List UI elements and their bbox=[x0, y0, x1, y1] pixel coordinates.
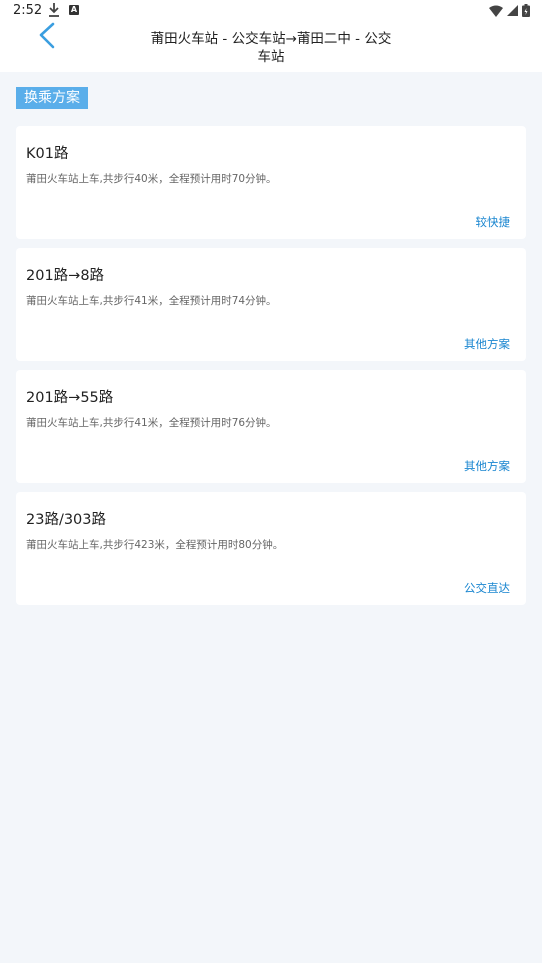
back-arrow-icon[interactable] bbox=[34, 22, 62, 52]
header-bar: 莆田火车站 - 公交车站→莆田二中 - 公交车站 bbox=[0, 22, 542, 72]
route-card[interactable]: 23路/303路 莆田火车站上车,共步行423米，全程预计用时80分钟。 公交直… bbox=[16, 492, 526, 605]
route-description: 莆田火车站上车,共步行40米，全程预计用时70分钟。 bbox=[26, 173, 277, 185]
status-bar: 2:52 A bbox=[0, 0, 542, 22]
status-indicators bbox=[489, 4, 530, 17]
notification-a-icon: A bbox=[69, 5, 79, 15]
page-title: 莆田火车站 - 公交车站→莆田二中 - 公交车站 bbox=[150, 31, 392, 65]
battery-icon bbox=[522, 4, 530, 17]
route-title: K01路 bbox=[26, 146, 69, 162]
wifi-icon bbox=[489, 5, 503, 17]
signal-icon bbox=[507, 5, 518, 16]
download-icon bbox=[49, 3, 59, 17]
route-description: 莆田火车站上车,共步行423米，全程预计用时80分钟。 bbox=[26, 539, 284, 551]
route-tag: 较快捷 bbox=[475, 215, 511, 229]
route-tag: 其他方案 bbox=[464, 337, 510, 351]
route-card[interactable]: 201路→8路 莆田火车站上车,共步行41米，全程预计用时74分钟。 其他方案 bbox=[16, 248, 526, 361]
route-card[interactable]: 201路→55路 莆田火车站上车,共步行41米，全程预计用时76分钟。 其他方案 bbox=[16, 370, 526, 483]
status-time: 2:52 bbox=[13, 3, 43, 18]
route-tag: 其他方案 bbox=[464, 459, 510, 473]
route-title: 201路→8路 bbox=[26, 268, 105, 284]
section-label: 换乘方案 bbox=[16, 87, 88, 109]
route-title: 201路→55路 bbox=[26, 390, 114, 406]
route-card[interactable]: K01路 莆田火车站上车,共步行40米，全程预计用时70分钟。 较快捷 bbox=[16, 126, 526, 239]
route-title: 23路/303路 bbox=[26, 512, 107, 528]
route-description: 莆田火车站上车,共步行41米，全程预计用时74分钟。 bbox=[26, 295, 277, 307]
route-tag: 公交直达 bbox=[464, 581, 510, 595]
route-description: 莆田火车站上车,共步行41米，全程预计用时76分钟。 bbox=[26, 417, 277, 429]
